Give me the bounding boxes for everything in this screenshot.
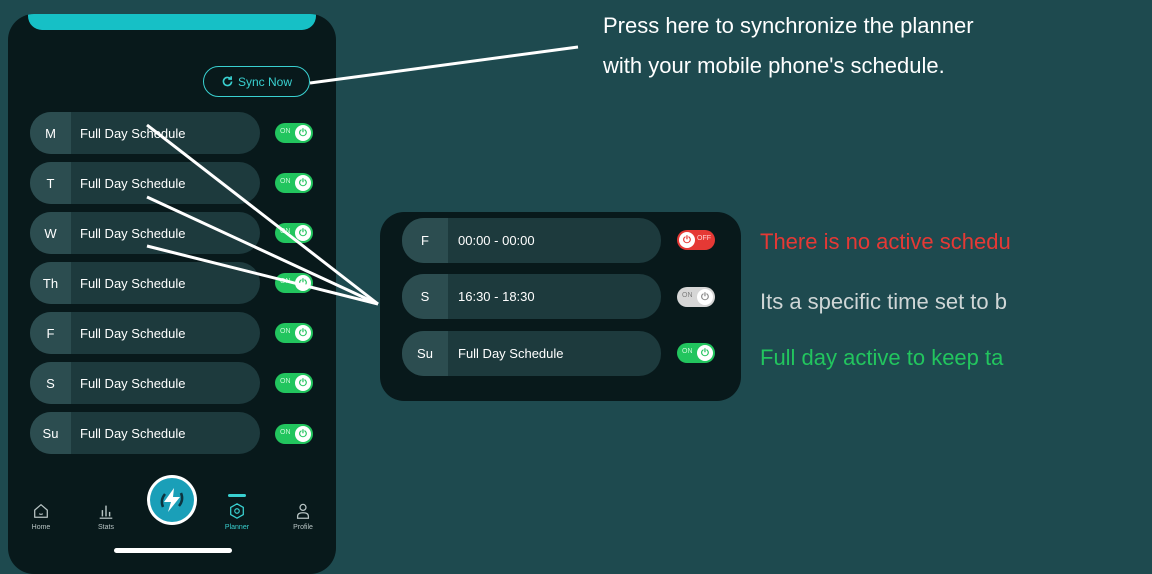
schedule-label: Full Day Schedule xyxy=(80,425,186,441)
schedule-label: Full Day Schedule xyxy=(80,375,186,391)
toggle-tuesday[interactable]: ON ⏻ xyxy=(275,173,313,193)
schedule-label: Full Day Schedule xyxy=(80,325,186,341)
power-icon: ⏻ xyxy=(697,289,713,305)
toggle-sunday[interactable]: ON ⏻ xyxy=(275,424,313,444)
day-badge: S xyxy=(402,274,448,319)
toggle-state-label: ON xyxy=(280,178,291,185)
toggle-state-label: ON xyxy=(280,328,291,335)
sync-now-label: Sync Now xyxy=(237,74,293,89)
schedule-row-friday-detail[interactable]: F 00:00 - 00:00 xyxy=(402,218,661,263)
toggle-state-label: ON xyxy=(682,348,693,355)
sync-now-button[interactable]: Sync Now xyxy=(203,66,310,97)
toggle-saturday[interactable]: ON ⏻ xyxy=(275,373,313,393)
toggle-state-label: ON xyxy=(280,278,291,285)
toggle-state-label: ON xyxy=(280,429,291,436)
day-badge: Th xyxy=(30,262,71,304)
day-badge: W xyxy=(30,212,71,254)
toggle-state-label: ON xyxy=(280,228,291,235)
phone-screen: Sync Now M Full Day Schedule ON ⏻ T Full… xyxy=(8,14,336,574)
schedule-row-monday[interactable]: M Full Day Schedule xyxy=(30,112,260,154)
schedule-row-thursday[interactable]: Th Full Day Schedule xyxy=(30,262,260,304)
schedule-label: 16:30 - 18:30 xyxy=(458,289,535,304)
schedule-row-friday[interactable]: F Full Day Schedule xyxy=(30,312,260,354)
toggle-saturday-detail[interactable]: ON ⏻ xyxy=(677,287,715,307)
phone-header-bar xyxy=(28,14,316,30)
day-badge: Su xyxy=(402,331,448,376)
schedule-row-saturday[interactable]: S Full Day Schedule xyxy=(30,362,260,404)
tab-label: Profile xyxy=(293,524,313,531)
legend-full: Full day active to keep ta xyxy=(760,345,1004,370)
toggle-monday[interactable]: ON ⏻ xyxy=(275,123,313,143)
sync-callout-line-1: Press here to synchronize the planner xyxy=(603,13,974,38)
bolt-icon xyxy=(160,488,184,512)
day-badge: S xyxy=(30,362,71,404)
toggle-friday[interactable]: ON ⏻ xyxy=(275,323,313,343)
power-icon: ⏻ xyxy=(295,175,311,191)
legend-specific: Its a specific time set to b xyxy=(760,289,1007,314)
tab-planner[interactable]: Planner xyxy=(215,502,259,531)
schedule-row-wednesday[interactable]: W Full Day Schedule xyxy=(30,212,260,254)
toggle-friday-detail[interactable]: ⏻ OFF xyxy=(677,230,715,250)
planner-icon xyxy=(230,503,244,519)
active-tab-indicator xyxy=(228,494,246,497)
tab-home[interactable]: Home xyxy=(19,502,63,531)
toggle-thursday[interactable]: ON ⏻ xyxy=(275,273,313,293)
tab-label: Stats xyxy=(98,524,114,531)
schedule-label: Full Day Schedule xyxy=(458,346,564,361)
day-badge: F xyxy=(30,312,71,354)
tab-label: Home xyxy=(31,524,51,531)
tab-profile[interactable]: Profile xyxy=(281,502,325,531)
tab-stats[interactable]: Stats xyxy=(84,502,128,531)
power-icon: ⏻ xyxy=(295,275,311,291)
tab-label: Planner xyxy=(224,524,250,531)
home-indicator xyxy=(114,548,232,553)
schedule-row-tuesday[interactable]: T Full Day Schedule xyxy=(30,162,260,204)
power-icon: ⏻ xyxy=(295,426,311,442)
profile-icon xyxy=(296,503,310,519)
home-icon xyxy=(34,504,48,518)
power-icon: ⏻ xyxy=(679,232,695,248)
day-badge: F xyxy=(402,218,448,263)
power-icon: ⏻ xyxy=(295,225,311,241)
schedule-label: Full Day Schedule xyxy=(80,275,186,291)
schedule-label: Full Day Schedule xyxy=(80,175,186,191)
stats-icon xyxy=(99,505,113,519)
legend-off: There is no active schedu xyxy=(760,229,1011,254)
toggle-state-label: ON xyxy=(280,378,291,385)
toggle-wednesday[interactable]: ON ⏻ xyxy=(275,223,313,243)
center-action-button[interactable] xyxy=(147,475,197,525)
refresh-icon xyxy=(222,76,233,87)
schedule-row-sunday[interactable]: Su Full Day Schedule xyxy=(30,412,260,454)
toggle-state-label: OFF xyxy=(697,235,711,242)
power-icon: ⏻ xyxy=(295,325,311,341)
toggle-state-label: ON xyxy=(280,128,291,135)
toggle-state-label: ON xyxy=(682,292,693,299)
power-icon: ⏻ xyxy=(295,375,311,391)
schedule-label: 00:00 - 00:00 xyxy=(458,233,535,248)
power-icon: ⏻ xyxy=(295,125,311,141)
day-badge: M xyxy=(30,112,71,154)
day-badge: T xyxy=(30,162,71,204)
sync-callout-line-2: with your mobile phone's schedule. xyxy=(603,53,945,78)
schedule-row-saturday-detail[interactable]: S 16:30 - 18:30 xyxy=(402,274,661,319)
schedule-label: Full Day Schedule xyxy=(80,125,186,141)
schedule-label: Full Day Schedule xyxy=(80,225,186,241)
day-badge: Su xyxy=(30,412,71,454)
toggle-sunday-detail[interactable]: ON ⏻ xyxy=(677,343,715,363)
schedule-row-sunday-detail[interactable]: Su Full Day Schedule xyxy=(402,331,661,376)
schedule-detail-card: F 00:00 - 00:00 ⏻ OFF S 16:30 - 18:30 ON… xyxy=(380,212,741,401)
power-icon: ⏻ xyxy=(697,345,713,361)
